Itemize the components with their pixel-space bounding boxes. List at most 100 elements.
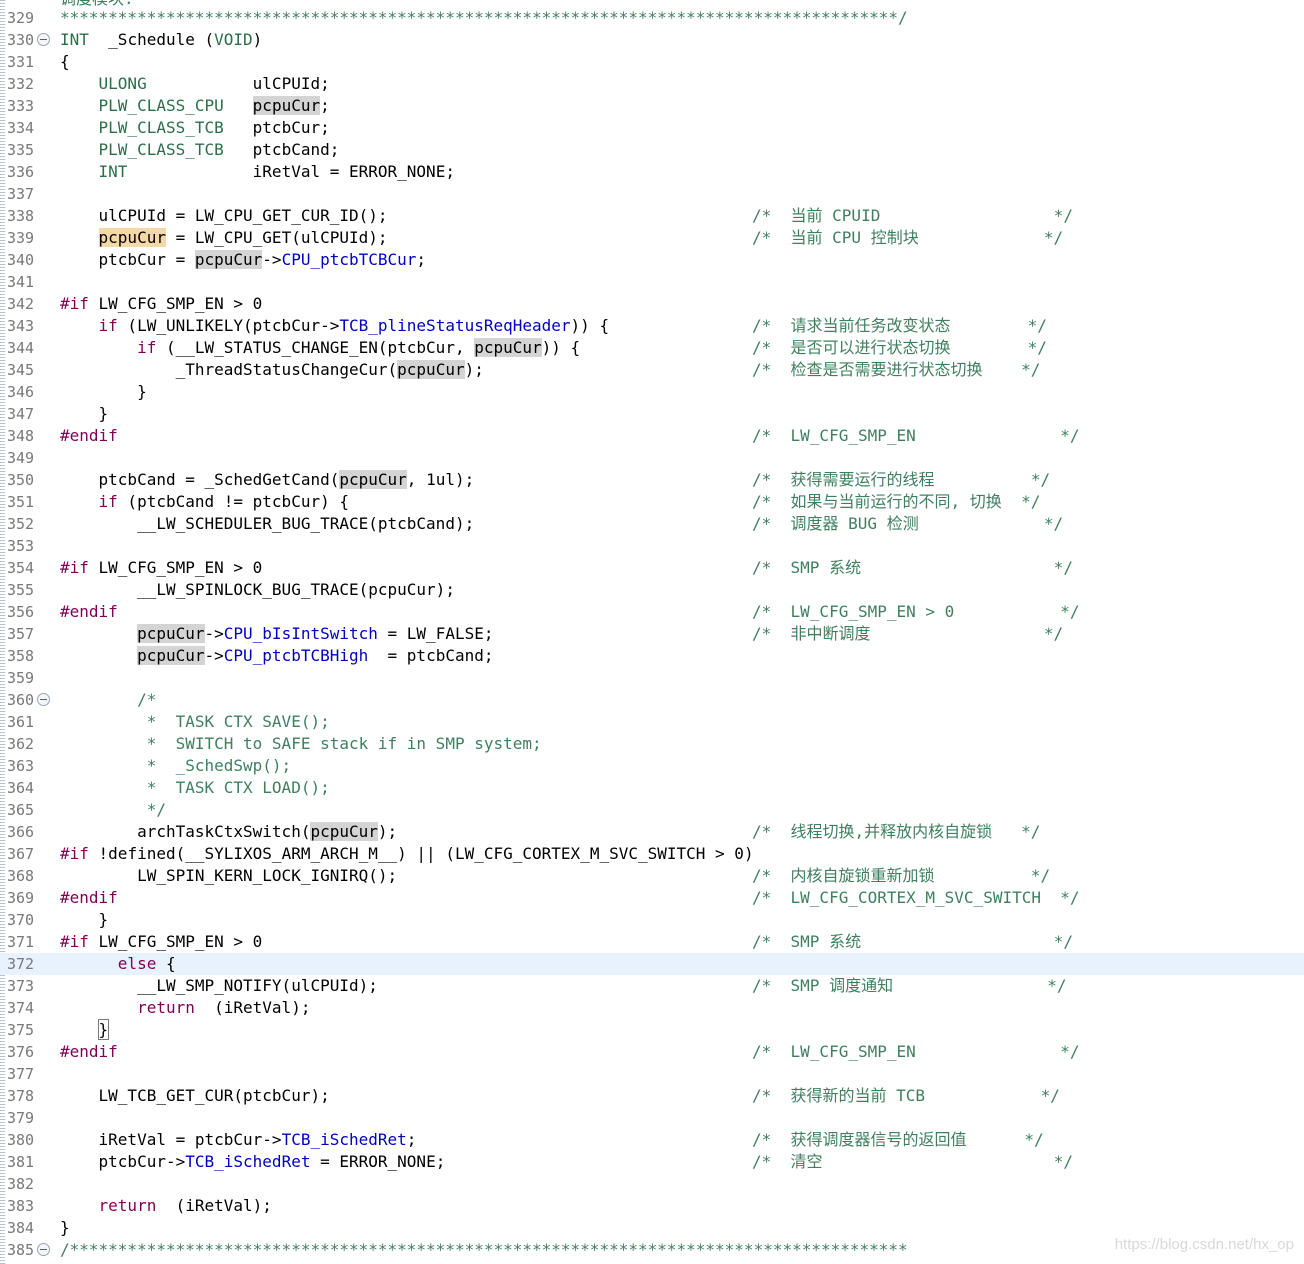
code-text: __LW_SMP_NOTIFY(ulCPUId);	[60, 976, 378, 995]
line-number: 373	[7, 977, 35, 995]
code-line[interactable]: 366 archTaskCtxSwitch(pcpuCur); /* 线程切换,并…	[0, 821, 1304, 843]
trailing-comment: /* 请求当前任务改变状态 */	[752, 316, 1047, 335]
code-line[interactable]: 359	[0, 667, 1304, 689]
code-line[interactable]: 347 }	[0, 403, 1304, 425]
code-line[interactable]: 342 #if LW_CFG_SMP_EN > 0	[0, 293, 1304, 315]
code-line[interactable]: 385 /************************************…	[0, 1239, 1304, 1261]
code-text: return (iRetVal);	[98, 1196, 272, 1215]
line-number: 363	[7, 757, 35, 775]
code-text: {	[60, 52, 70, 71]
trailing-comment: /* 非中断调度 */	[752, 624, 1064, 643]
line-number: 369	[7, 889, 35, 907]
code-line[interactable]: 352 __LW_SCHEDULER_BUG_TRACE(ptcbCand); /…	[0, 513, 1304, 535]
line-number: 357	[7, 625, 35, 643]
code-line[interactable]: 381 ptcbCur->TCB_iSchedRet = ERROR_NONE;…	[0, 1151, 1304, 1173]
code-line[interactable]: 369 #endif /* LW_CFG_CORTEX_M_SVC_SWITCH *…	[0, 887, 1304, 909]
code-line[interactable]: 353	[0, 535, 1304, 557]
code-line[interactable]: 361 * TASK CTX SAVE();	[0, 711, 1304, 733]
code-line[interactable]: 384}	[0, 1217, 1304, 1239]
code-line[interactable]: 341	[0, 271, 1304, 293]
line-number: 374	[7, 999, 35, 1017]
line-number: 330	[7, 31, 35, 49]
line-number: 337	[7, 185, 35, 203]
code-line[interactable]: 370 }	[0, 909, 1304, 931]
code-text: PLW_CLASS_TCB ptcbCur;	[98, 118, 330, 137]
watermark: https://blog.csdn.net/hx_op	[1114, 1236, 1294, 1253]
code-line[interactable]: 376 #endif /* LW_CFG_SMP_EN */	[0, 1041, 1304, 1063]
code-text: INT _Schedule (VOID)	[60, 30, 263, 49]
code-line[interactable]: 335 PLW_CLASS_TCB ptcbCand;	[0, 139, 1304, 161]
code-text: return (iRetVal);	[137, 998, 311, 1017]
line-number: 377	[7, 1065, 35, 1083]
code-line[interactable]: 329 *************************************…	[0, 7, 1304, 29]
trailing-comment: /* 如果与当前运行的不同, 切换 */	[752, 492, 1041, 511]
trailing-comment: /* SMP 调度通知 */	[752, 976, 1067, 995]
code-text: else {	[117, 954, 176, 973]
code-line[interactable]: 331 {	[0, 51, 1304, 73]
code-text: * _SchedSwp();	[60, 756, 292, 775]
code-line[interactable]: 355 __LW_SPINLOCK_BUG_TRACE(pcpuCur);	[0, 579, 1304, 601]
line-number: 333	[7, 97, 35, 115]
code-line[interactable]: 365 */	[0, 799, 1304, 821]
line-number: 335	[7, 141, 35, 159]
code-line[interactable]: 358 pcpuCur->CPU_ptcbTCBHigh = ptcbCand;	[0, 645, 1304, 667]
fold-collapse-icon[interactable]	[37, 33, 50, 46]
code-line[interactable]: 372 else {	[0, 953, 1304, 975]
code-line[interactable]: 348 #endif /* LW_CFG_SMP_EN */	[0, 425, 1304, 447]
code-line[interactable]: 340 ptcbCur = pcpuCur->CPU_ptcbTCBCur;	[0, 249, 1304, 271]
code-line[interactable]: 383 return (iRetVal);	[0, 1195, 1304, 1217]
code-line[interactable]: 357 pcpuCur->CPU_bIsIntSwitch = LW_FALSE…	[0, 623, 1304, 645]
code-line[interactable]: 360 /*	[0, 689, 1304, 711]
code-line[interactable]: 380 iRetVal = ptcbCur->TCB_iSchedRet; /* …	[0, 1129, 1304, 1151]
code-line[interactable]: 362 * SWITCH to SAFE stack if in SMP sys…	[0, 733, 1304, 755]
trailing-comment: /* 是否可以进行状态切换 */	[752, 338, 1047, 357]
code-line[interactable]: 373 __LW_SMP_NOTIFY(ulCPUId); /* SMP 调度通知…	[0, 975, 1304, 997]
code-line[interactable]: 339 pcpuCur = LW_CPU_GET(ulCPUId); /* 当前 …	[0, 227, 1304, 249]
code-line[interactable]: 364 * TASK CTX LOAD();	[0, 777, 1304, 799]
code-line[interactable]: 378 LW_TCB_GET_CUR(ptcbCur); /* 获得新的当前 TC…	[0, 1085, 1304, 1107]
code-line[interactable]: 349	[0, 447, 1304, 469]
code-line[interactable]: 350 ptcbCand = _SchedGetCand(pcpuCur, 1u…	[0, 469, 1304, 491]
code-line[interactable]: 337	[0, 183, 1304, 205]
fold-collapse-icon[interactable]	[37, 1243, 50, 1256]
line-number: 365	[7, 801, 35, 819]
code-text: iRetVal = ptcbCur->TCB_iSchedRet;	[60, 1130, 417, 1149]
code-line[interactable]: 332 ULONG ulCPUId;	[0, 73, 1304, 95]
code-line[interactable]: 346 }	[0, 381, 1304, 403]
code-text: pcpuCur->CPU_ptcbTCBHigh = ptcbCand;	[137, 646, 494, 665]
code-line[interactable]: 344 if (__LW_STATUS_CHANGE_EN(ptcbCur, p…	[0, 337, 1304, 359]
code-line[interactable]: 354 #if LW_CFG_SMP_EN > 0 /* SMP 系统 */	[0, 557, 1304, 579]
code-editor[interactable]: 调度模块. 329*******************************…	[0, 0, 1304, 1264]
code-line[interactable]: 345 _ThreadStatusChangeCur(pcpuCur); /* 检…	[0, 359, 1304, 381]
code-line[interactable]: 374 return (iRetVal);	[0, 997, 1304, 1019]
line-number: 355	[7, 581, 35, 599]
line-number: 358	[7, 647, 35, 665]
code-text: __LW_SCHEDULER_BUG_TRACE(ptcbCand);	[60, 514, 475, 533]
code-line[interactable]: 375 }	[0, 1019, 1304, 1041]
line-number: 339	[7, 229, 35, 247]
code-line[interactable]: 367 #if !defined(__SYLIXOS_ARM_ARCH_M__) …	[0, 843, 1304, 865]
line-number: 367	[7, 845, 35, 863]
line-number: 368	[7, 867, 35, 885]
trailing-comment: /* 当前 CPU 控制块 */	[752, 228, 1064, 247]
fold-collapse-icon[interactable]	[37, 693, 50, 706]
code-line[interactable]: 382	[0, 1173, 1304, 1195]
code-line[interactable]: 338 ulCPUId = LW_CPU_GET_CUR_ID(); /* 当前 …	[0, 205, 1304, 227]
code-text: if (__LW_STATUS_CHANGE_EN(ptcbCur, pcpuC…	[137, 338, 581, 357]
line-number: 349	[7, 449, 35, 467]
code-line[interactable]: 334 PLW_CLASS_TCB ptcbCur;	[0, 117, 1304, 139]
code-line[interactable]: 363 * _SchedSwp();	[0, 755, 1304, 777]
code-line[interactable]: 377	[0, 1063, 1304, 1085]
code-line[interactable]: 368 LW_SPIN_KERN_LOCK_IGNIRQ(); /* 内核自旋锁重…	[0, 865, 1304, 887]
code-line[interactable]: 336 INT iRetVal = ERROR_NONE;	[0, 161, 1304, 183]
code-text: /*	[60, 690, 157, 709]
line-number: 347	[7, 405, 35, 423]
code-line[interactable]: 343 if (LW_UNLIKELY(ptcbCur->TCB_plineSt…	[0, 315, 1304, 337]
code-line[interactable]: 371 #if LW_CFG_SMP_EN > 0 /* SMP 系统 */	[0, 931, 1304, 953]
code-line[interactable]: 333 PLW_CLASS_CPU pcpuCur;	[0, 95, 1304, 117]
code-line[interactable]: 379	[0, 1107, 1304, 1129]
code-line[interactable]: 330 INT _Schedule (VOID)	[0, 29, 1304, 51]
line-number: 351	[7, 493, 35, 511]
code-line[interactable]: 351 if (ptcbCand != ptcbCur) {/* 如果与当前运行…	[0, 491, 1304, 513]
code-line[interactable]: 356 #endif /* LW_CFG_SMP_EN > 0 */	[0, 601, 1304, 623]
